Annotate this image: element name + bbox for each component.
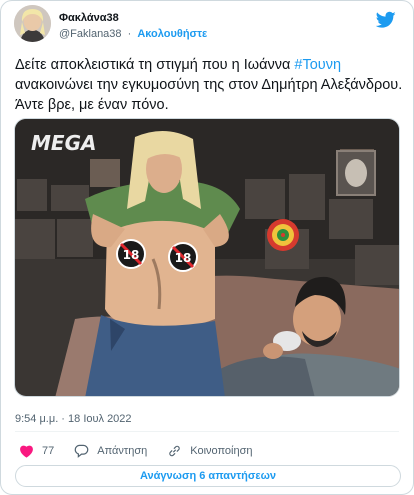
read-replies-button[interactable]: Ανάγνωση 6 απαντήσεων bbox=[15, 465, 401, 487]
tweet-text: Δείτε αποκλειστικά τη στιγμή που η Ιωάνν… bbox=[15, 55, 405, 115]
author-handle[interactable]: @Faklana38 bbox=[59, 28, 122, 40]
censor-badge-left: 18 bbox=[116, 239, 146, 269]
censor-badge-right: 18 bbox=[168, 242, 198, 272]
author-name[interactable]: Φακλάνα38 bbox=[59, 12, 119, 24]
channel-logo: MEGA bbox=[31, 131, 96, 155]
like-count: 77 bbox=[42, 445, 55, 457]
link-icon bbox=[169, 445, 180, 457]
tweet-timestamp[interactable]: 9:54 μ.μ. · 18 Ιουλ 2022 bbox=[15, 413, 132, 425]
follow-link[interactable]: Ακολουθήστε bbox=[137, 28, 207, 40]
divider bbox=[15, 431, 399, 432]
tweet-text-end: ανακοινώνει την εγκυμοσύνη της στον Δημή… bbox=[15, 77, 403, 113]
twitter-bird-icon[interactable] bbox=[376, 11, 396, 29]
tweet-card: Φακλάνα38 @Faklana38 · Ακολουθήστε Δείτε… bbox=[0, 0, 414, 495]
reply-button[interactable]: Απάντηση bbox=[74, 444, 147, 458]
tweet-media-image[interactable]: MEGA 18 18 bbox=[14, 118, 400, 397]
share-label: Κοινοποίηση bbox=[190, 445, 253, 457]
share-button[interactable]: Κοινοποίηση bbox=[167, 444, 253, 458]
avatar[interactable] bbox=[14, 5, 51, 42]
svg-text:18: 18 bbox=[175, 251, 192, 265]
reply-label: Απάντηση bbox=[97, 445, 148, 457]
separator-dot: · bbox=[127, 28, 132, 40]
tweet-actions: 77 Απάντηση Κοινοποίηση bbox=[19, 442, 273, 460]
heart-icon bbox=[20, 445, 33, 458]
like-button[interactable]: 77 bbox=[19, 444, 54, 458]
reply-icon bbox=[74, 444, 89, 458]
svg-text:18: 18 bbox=[123, 248, 140, 262]
handle-row: @Faklana38 · Ακολουθήστε bbox=[59, 28, 207, 40]
tweet-text-start: Δείτε αποκλειστικά τη στιγμή που η Ιωάνν… bbox=[15, 57, 295, 73]
hashtag-link[interactable]: #Τουνη bbox=[294, 57, 341, 73]
